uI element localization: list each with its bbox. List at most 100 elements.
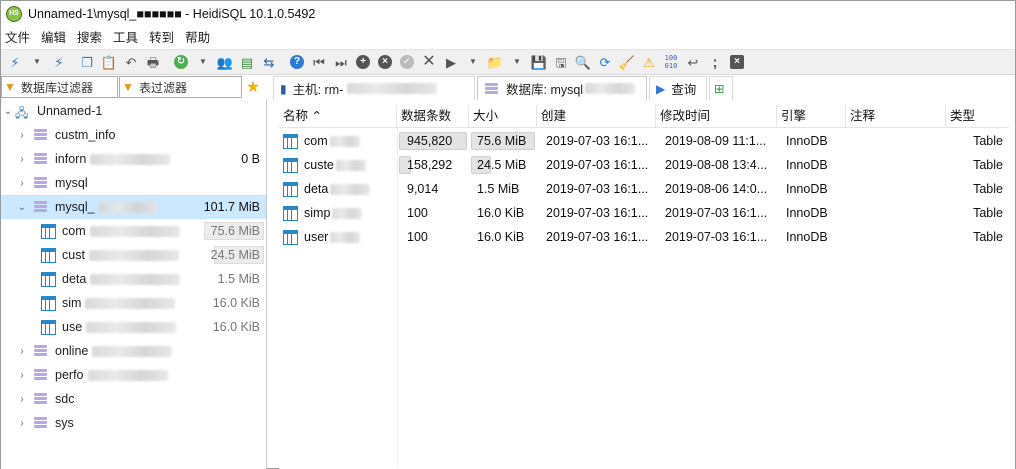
- paste-icon[interactable]: 📋: [99, 52, 119, 72]
- tree-database-item[interactable]: › sys: [1, 411, 266, 435]
- tab-host-label: 主机: rm-: [292, 83, 344, 97]
- database-icon: [33, 344, 49, 358]
- col-name[interactable]: 名称 ⌃: [279, 105, 397, 128]
- cell-size: 1.5 MiB: [477, 182, 520, 196]
- tree-table-item[interactable]: use 16.0 KiB: [1, 315, 266, 339]
- warning-icon[interactable]: ⚠: [639, 52, 659, 72]
- delete-icon[interactable]: ×: [375, 52, 395, 72]
- chevron-right-icon[interactable]: ›: [15, 418, 29, 429]
- wrap-icon[interactable]: ↩: [683, 52, 703, 72]
- tree-database-item[interactable]: › custm_info: [1, 123, 266, 147]
- close-icon[interactable]: ×: [727, 52, 747, 72]
- tree-database-item[interactable]: › perfo: [1, 363, 266, 387]
- database-icon: [484, 82, 500, 96]
- menu-tools[interactable]: 工具: [109, 27, 145, 49]
- last-icon[interactable]: ⏭: [331, 52, 351, 72]
- tree-database-item[interactable]: › online: [1, 339, 266, 363]
- connect-dropdown-icon[interactable]: ▼: [27, 52, 47, 72]
- open-dropdown-icon[interactable]: ▼: [507, 52, 527, 72]
- redacted-name: [86, 321, 177, 333]
- tree-item-label: inforn: [55, 152, 87, 166]
- refresh-icon[interactable]: ↻: [171, 52, 191, 72]
- table-row[interactable]: com 945,820 75.6 MiB 2019-07-03 16:1... …: [279, 129, 1009, 153]
- col-created[interactable]: 创建: [537, 105, 656, 128]
- user-manager-icon[interactable]: 👥: [215, 52, 235, 72]
- col-rows[interactable]: 数据条数: [397, 105, 469, 128]
- run-icon[interactable]: ▶: [441, 52, 461, 72]
- redacted-name: [330, 183, 371, 195]
- replace-icon[interactable]: ⟳: [595, 52, 615, 72]
- menu-search[interactable]: 搜索: [73, 27, 109, 49]
- cell-rows: 100: [407, 230, 428, 244]
- open-icon[interactable]: 📁: [485, 52, 505, 72]
- table-row[interactable]: simp 100 16.0 KiB 2019-07-03 16:1... 201…: [279, 201, 1009, 225]
- first-icon[interactable]: ⏮: [309, 52, 329, 72]
- disconnect-icon[interactable]: ⚡: [49, 52, 69, 72]
- favorites-star-icon[interactable]: ★: [242, 76, 264, 98]
- binary-icon[interactable]: 100 010: [661, 52, 681, 72]
- save-as-icon[interactable]: 🖫: [551, 52, 571, 72]
- col-modified[interactable]: 修改时间: [656, 105, 777, 128]
- tab-database[interactable]: 数据库: mysql: [477, 76, 647, 100]
- connect-icon[interactable]: ⚡: [5, 52, 25, 72]
- tree-database-item[interactable]: › inforn 0 B: [1, 147, 266, 171]
- table-icon: [41, 223, 56, 239]
- filter-icon: ▼: [4, 80, 16, 94]
- col-size[interactable]: 大小: [469, 105, 537, 128]
- redacted-host: [347, 83, 438, 94]
- clear-icon[interactable]: 🧹: [617, 52, 637, 72]
- print-icon[interactable]: 🖶: [143, 52, 163, 72]
- chevron-right-icon[interactable]: ›: [15, 154, 29, 165]
- tree-table-item[interactable]: deta 1.5 MiB: [1, 267, 266, 291]
- chevron-down-icon[interactable]: ⌄: [15, 202, 29, 213]
- table-row[interactable]: deta 9,014 1.5 MiB 2019-07-03 16:1... 20…: [279, 177, 1009, 201]
- tree-item-label: sys: [55, 416, 74, 430]
- cell-comment: [846, 225, 946, 249]
- tab-query[interactable]: ▶ 查询: [649, 76, 707, 100]
- undo-icon[interactable]: ↶: [121, 52, 141, 72]
- col-engine[interactable]: 引擎: [777, 105, 846, 128]
- help-icon[interactable]: ?: [287, 52, 307, 72]
- chevron-right-icon[interactable]: ›: [15, 394, 29, 405]
- tree-item-label: deta: [62, 272, 87, 286]
- insert-icon[interactable]: +: [353, 52, 373, 72]
- table-icon: [283, 157, 298, 173]
- tab-host[interactable]: ▮ 主机: rm-: [273, 76, 475, 100]
- col-type[interactable]: 类型: [946, 105, 1009, 128]
- chevron-right-icon[interactable]: ›: [15, 130, 29, 141]
- database-filter-input[interactable]: ▼ 数据库过滤器: [1, 76, 118, 98]
- tree-database-item[interactable]: › sdc: [1, 387, 266, 411]
- chevron-right-icon[interactable]: ›: [15, 370, 29, 381]
- new-query-tab-icon[interactable]: ⊞: [709, 76, 733, 100]
- tree-table-item[interactable]: cust 24.5 MiB: [1, 243, 266, 267]
- post-icon[interactable]: ✓: [397, 52, 417, 72]
- col-comment[interactable]: 注释: [846, 105, 946, 128]
- copy-icon[interactable]: ❐: [77, 52, 97, 72]
- save-icon[interactable]: 💾: [529, 52, 549, 72]
- table-row[interactable]: user 100 16.0 KiB 2019-07-03 16:1... 201…: [279, 225, 1009, 249]
- table-row[interactable]: custe 158,292 24.5 MiB 2019-07-03 16:1..…: [279, 153, 1009, 177]
- tree-session[interactable]: ⌄ 🖧 Unnamed-1: [1, 99, 266, 123]
- tree-table-item[interactable]: com 75.6 MiB: [1, 219, 266, 243]
- find-icon[interactable]: 🔍: [573, 52, 593, 72]
- database-icon: [33, 392, 49, 406]
- semicolon-icon[interactable]: ;: [705, 52, 725, 72]
- export-icon[interactable]: ▤: [237, 52, 257, 72]
- chevron-right-icon[interactable]: ›: [15, 178, 29, 189]
- cancel-icon[interactable]: ✕: [419, 52, 439, 72]
- chevron-down-icon[interactable]: ⌄: [1, 106, 15, 117]
- table-icon: [283, 229, 298, 245]
- tree-database-item[interactable]: › mysql: [1, 171, 266, 195]
- menu-file[interactable]: 文件: [1, 27, 37, 49]
- transfer-icon[interactable]: ⇆: [259, 52, 279, 72]
- run-dropdown-icon[interactable]: ▼: [463, 52, 483, 72]
- menu-edit[interactable]: 编辑: [37, 27, 73, 49]
- refresh-dropdown-icon[interactable]: ▼: [193, 52, 213, 72]
- table-filter-input[interactable]: ▼ 表过滤器: [119, 76, 242, 98]
- tree-table-item[interactable]: sim 16.0 KiB: [1, 291, 266, 315]
- chevron-right-icon[interactable]: ›: [15, 346, 29, 357]
- table-icon: [283, 181, 298, 197]
- menu-help[interactable]: 帮助: [181, 27, 217, 49]
- menu-goto[interactable]: 转到: [145, 27, 181, 49]
- tree-database-item[interactable]: ⌄ mysql_ 101.7 MiB: [1, 195, 266, 219]
